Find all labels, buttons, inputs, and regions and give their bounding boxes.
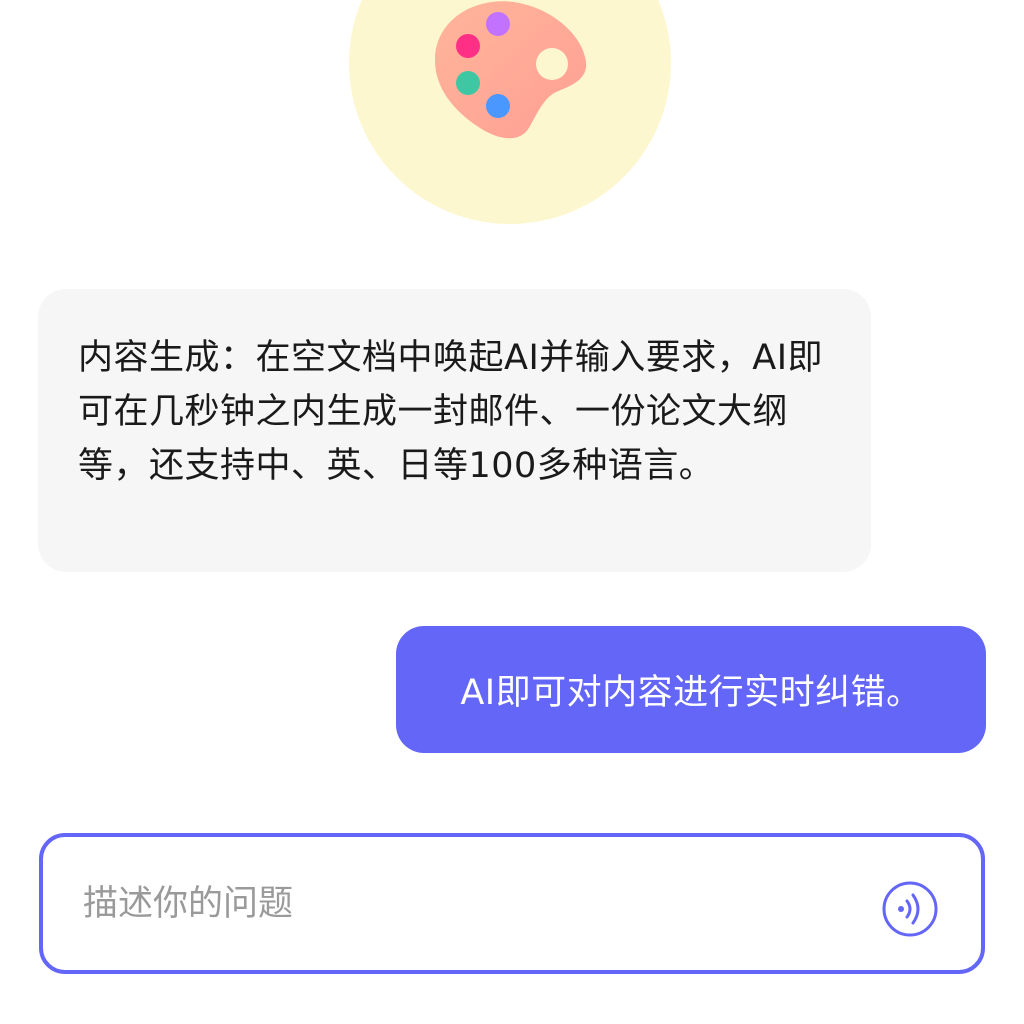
user-message-text: AI即可对内容进行实时纠错。 bbox=[460, 673, 922, 713]
voice-input-icon[interactable] bbox=[882, 881, 938, 937]
assistant-message-text: 内容生成：在空文档中唤起AI并输入要求，AI即可在几秒钟之内生成一封邮件、一份论… bbox=[78, 338, 824, 486]
composer bbox=[39, 833, 985, 974]
palette-icon bbox=[434, 1, 587, 139]
user-message-bubble: AI即可对内容进行实时纠错。 bbox=[396, 626, 986, 753]
assistant-message-bubble: 内容生成：在空文档中唤起AI并输入要求，AI即可在几秒钟之内生成一封邮件、一份论… bbox=[38, 289, 871, 572]
question-input[interactable] bbox=[83, 837, 863, 970]
chat-screen: 内容生成：在空文档中唤起AI并输入要求，AI即可在几秒钟之内生成一封邮件、一份论… bbox=[0, 0, 1024, 1024]
